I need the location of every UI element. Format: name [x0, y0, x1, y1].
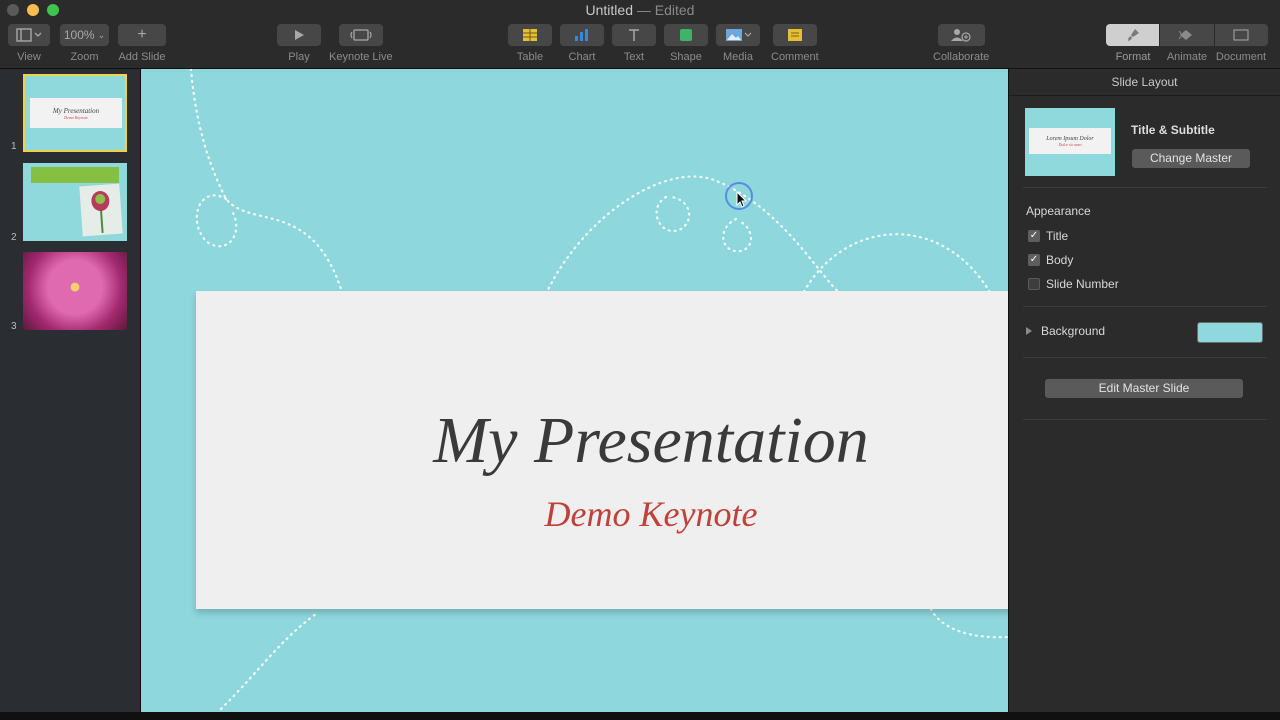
zoom-popup[interactable]: 100% ⌄ Zoom: [60, 24, 109, 63]
slide-number: 1: [11, 141, 17, 152]
add-slide-label: Add Slide: [118, 51, 166, 63]
divider: [1023, 187, 1267, 188]
slide-number: 2: [11, 232, 17, 243]
view-button[interactable]: View: [8, 24, 50, 63]
option-label: Body: [1046, 253, 1074, 267]
appearance-heading: Appearance: [1026, 204, 1091, 218]
inspector-tab-labels: Format Animate Document: [1106, 51, 1268, 63]
edit-master-slide-button[interactable]: Edit Master Slide: [1045, 379, 1243, 398]
animate-label: Animate: [1166, 51, 1208, 63]
window-title: Untitled — Edited: [0, 2, 1280, 18]
keynote-live-button[interactable]: Keynote Live: [329, 24, 393, 63]
change-master-button[interactable]: Change Master: [1132, 149, 1250, 168]
format-label: Format: [1115, 51, 1151, 63]
background-label: Background: [1041, 324, 1106, 338]
inspector-panel: Slide Layout Lorem Ipsum Dolor Dolor sit…: [1008, 69, 1280, 712]
zoom-value-field: 100% ⌄: [60, 24, 109, 46]
view-label: View: [17, 51, 41, 63]
thumbnail-subtitle: Demo Keynote: [64, 115, 88, 120]
zoom-value: 100%: [63, 28, 95, 42]
slide-thumbnail-image: [23, 252, 127, 330]
title-option[interactable]: ✓ Title: [1028, 229, 1068, 243]
disclosure-triangle-icon: [1026, 327, 1032, 335]
master-name: Title & Subtitle: [1131, 123, 1215, 137]
master-thumbnail[interactable]: Lorem Ipsum Dolor Dolor sit amet: [1025, 108, 1115, 176]
keynote-live-label: Keynote Live: [329, 51, 393, 63]
text-label: Text: [623, 51, 645, 63]
media-icon: [716, 24, 760, 46]
inspector-header: Slide Layout: [1009, 69, 1280, 96]
document-name: Untitled: [585, 2, 633, 18]
collaborate-icon: [937, 24, 985, 46]
thumbnail-title: My Presentation: [52, 107, 100, 115]
comment-button[interactable]: Comment: [771, 24, 819, 63]
slide-number-option[interactable]: Slide Number: [1028, 277, 1119, 291]
chevron-down-icon: ⌄: [97, 29, 106, 40]
body-option[interactable]: ✓ Body: [1028, 253, 1073, 267]
comment-icon: [772, 24, 817, 46]
media-label: Media: [723, 51, 753, 63]
document-tab[interactable]: [1214, 24, 1268, 46]
comment-label: Comment: [771, 51, 819, 63]
add-slide-button[interactable]: + Add Slide: [118, 24, 166, 63]
slide-canvas[interactable]: My Presentation Demo Keynote: [141, 69, 1008, 712]
option-label: Title: [1046, 229, 1069, 243]
shape-button[interactable]: Shape: [664, 24, 708, 63]
keynote-live-icon: [338, 24, 383, 46]
master-thumbnail-subtitle: Dolor sit amet: [1058, 142, 1082, 147]
collaborate-label: Collaborate: [933, 51, 990, 63]
slide-thumbnail-image: My Presentation Demo Keynote: [23, 74, 127, 152]
flower-photo: [79, 183, 123, 237]
green-banner: [31, 167, 119, 183]
slide-number: 3: [11, 321, 17, 332]
text-icon: [612, 24, 656, 46]
play-button[interactable]: Play: [277, 24, 321, 63]
dock-strip: [0, 712, 1280, 720]
slide-thumbnail-image: [23, 163, 127, 241]
table-icon: [508, 24, 552, 46]
zoom-label: Zoom: [70, 51, 99, 63]
chart-icon: [560, 24, 604, 46]
divider: [1023, 357, 1267, 358]
animate-icon: [1178, 30, 1192, 40]
sidebar-icon: [8, 24, 50, 46]
edited-status: — Edited: [636, 2, 695, 18]
divider: [1023, 419, 1267, 420]
format-tab[interactable]: [1106, 24, 1161, 46]
inspector-segmented-control: [1106, 24, 1268, 46]
chart-button[interactable]: Chart: [560, 24, 604, 63]
animate-tab[interactable]: [1160, 24, 1215, 46]
shape-icon: [664, 24, 708, 46]
shape-label: Shape: [670, 51, 702, 63]
checkbox-checked[interactable]: ✓: [1028, 230, 1040, 242]
checkbox-unchecked[interactable]: [1028, 278, 1040, 290]
slide-title[interactable]: My Presentation: [141, 403, 1008, 479]
document-label: Document: [1215, 51, 1267, 63]
document-icon: [1233, 29, 1249, 41]
background-disclosure[interactable]: Background: [1026, 324, 1105, 338]
collaborate-button[interactable]: Collaborate: [933, 24, 989, 63]
option-label: Slide Number: [1046, 277, 1119, 291]
play-icon: [277, 24, 321, 46]
plus-icon: +: [118, 24, 166, 46]
window-titlebar: Untitled — Edited View 100% ⌄ Zoom + Add…: [0, 0, 1280, 69]
media-button[interactable]: Media: [716, 24, 760, 63]
chart-label: Chart: [568, 51, 596, 63]
slide-subtitle[interactable]: Demo Keynote: [141, 493, 1008, 535]
paintbrush-icon: [1127, 29, 1139, 41]
checkbox-checked[interactable]: ✓: [1028, 254, 1040, 266]
table-label: Table: [516, 51, 544, 63]
mouse-cursor-icon: [724, 181, 758, 220]
divider: [1023, 306, 1267, 307]
slide-navigator: My Presentation Demo Keynote 1 2 3: [0, 69, 141, 712]
background-color-well[interactable]: [1197, 322, 1263, 343]
thumbnail-paper: My Presentation Demo Keynote: [30, 98, 122, 128]
play-label: Play: [288, 51, 310, 63]
text-button[interactable]: Text: [612, 24, 656, 63]
table-button[interactable]: Table: [508, 24, 552, 63]
master-thumbnail-paper: Lorem Ipsum Dolor Dolor sit amet: [1029, 128, 1111, 154]
